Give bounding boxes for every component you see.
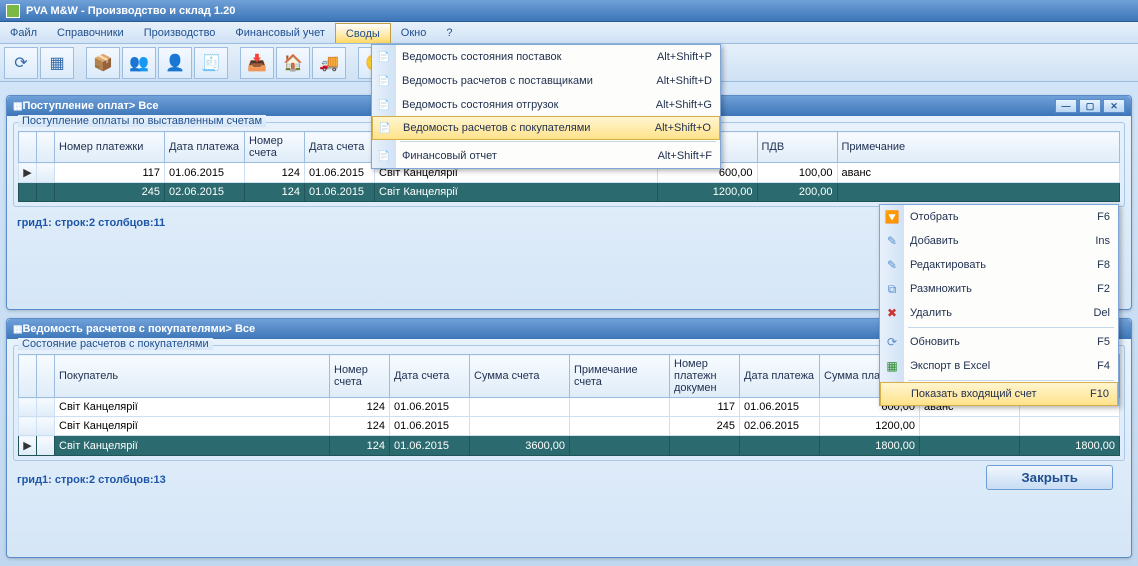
group-label: Состояние расчетов с покупателями	[18, 338, 213, 350]
cx-delete[interactable]: ✖ УдалитьDel	[880, 301, 1118, 325]
edit-icon: ✎	[884, 257, 900, 273]
report-icon: 📄	[376, 49, 392, 65]
report-icon: 📄	[376, 148, 392, 164]
col-buyer[interactable]: Покупатель	[55, 355, 330, 398]
col-indicator[interactable]	[19, 132, 37, 163]
window-icon: ▦	[13, 101, 22, 112]
dd-supplier-settlements[interactable]: 📄 Ведомость расчетов с поставщиками Alt+…	[372, 69, 720, 93]
tool-3[interactable]: 📦	[86, 47, 120, 79]
menu-window[interactable]: Окно	[391, 22, 437, 43]
tool-8[interactable]: 🏠	[276, 47, 310, 79]
dd-customer-settlements[interactable]: 📄 Ведомость расчетов с покупателями Alt+…	[372, 116, 720, 140]
col-invoice-sum[interactable]: Сумма счета	[470, 355, 570, 398]
tool-7[interactable]: 📥	[240, 47, 274, 79]
col-paydoc-no[interactable]: Номер платежн докумен	[670, 355, 740, 398]
dd-supply-status[interactable]: 📄 Ведомость состояния поставок Alt+Shift…	[372, 45, 720, 69]
col-invoice-date[interactable]: Дата счета	[305, 132, 375, 163]
close-button[interactable]: ✕	[1103, 99, 1125, 113]
col-payment-no[interactable]: Номер платежки	[55, 132, 165, 163]
col-invoice-note[interactable]: Примечание счета	[570, 355, 670, 398]
cx-add[interactable]: ✎ ДобавитьIns	[880, 229, 1118, 253]
tool-refresh[interactable]: ⟳	[4, 47, 38, 79]
cx-duplicate[interactable]: ⧉ РазмножитьF2	[880, 277, 1118, 301]
table-row[interactable]: 245 02.06.2015 124 01.06.2015 Світ Канце…	[19, 183, 1120, 202]
report-icon: 📄	[377, 120, 393, 136]
col-note[interactable]: Примечание	[837, 132, 1120, 163]
tool-5[interactable]: 👤	[158, 47, 192, 79]
menu-reports[interactable]: Своды	[335, 23, 391, 43]
col-invoice-no[interactable]: Номер счета	[330, 355, 390, 398]
dd-shipment-status[interactable]: 📄 Ведомость состояния отгрузок Alt+Shift…	[372, 93, 720, 117]
add-icon: ✎	[884, 233, 900, 249]
copy-icon: ⧉	[884, 281, 900, 297]
app-title: PVA M&W - Производство и склад 1.20	[26, 5, 235, 17]
delete-icon: ✖	[884, 305, 900, 321]
tool-excel[interactable]: ▦	[40, 47, 74, 79]
table-row[interactable]: Світ Канцелярії 124 01.06.2015 245 02.06…	[19, 417, 1120, 436]
filter-icon: 🔽	[884, 209, 900, 225]
tool-6[interactable]: 🧾	[194, 47, 228, 79]
excel-icon: ▦	[884, 358, 900, 374]
col-invoice-date[interactable]: Дата счета	[390, 355, 470, 398]
report-icon: 📄	[376, 73, 392, 89]
group-label: Поступление оплаты по выставленным счета…	[18, 115, 266, 127]
dd-finance-report[interactable]: 📄 Финансовый отчет Alt+Shift+F	[372, 144, 720, 168]
cx-export[interactable]: ▦ Экспорт в ExcelF4	[880, 354, 1118, 378]
window-icon: ▦	[13, 324, 22, 335]
cx-filter[interactable]: 🔽 ОтобратьF6	[880, 205, 1118, 229]
reports-dropdown: 📄 Ведомость состояния поставок Alt+Shift…	[371, 44, 721, 169]
report-icon: 📄	[376, 97, 392, 113]
grid-footer: грид1: строк:2 столбцов:13	[13, 468, 170, 488]
menu-help[interactable]: ?	[436, 22, 462, 43]
cx-refresh[interactable]: ⟳ ОбновитьF5	[880, 330, 1118, 354]
titlebar: PVA M&W - Производство и склад 1.20	[0, 0, 1138, 22]
table-row[interactable]: ▶ Світ Канцелярії 124 01.06.2015 3600,00…	[19, 436, 1120, 456]
menu-production[interactable]: Производство	[134, 22, 226, 43]
close-button[interactable]: Закрыть	[986, 465, 1113, 490]
menu-dictionaries[interactable]: Справочники	[47, 22, 134, 43]
col-vat[interactable]: ПДВ	[757, 132, 837, 163]
col-payment-date[interactable]: Дата платежа	[165, 132, 245, 163]
tool-9[interactable]: 🚚	[312, 47, 346, 79]
menu-finance[interactable]: Финансовый учет	[225, 22, 335, 43]
cx-edit[interactable]: ✎ РедактироватьF8	[880, 253, 1118, 277]
minimize-button[interactable]: —	[1055, 99, 1077, 113]
col-pay-date[interactable]: Дата платежа	[740, 355, 820, 398]
app-icon	[6, 4, 20, 18]
maximize-button[interactable]: ▢	[1079, 99, 1101, 113]
cx-show-invoice[interactable]: Показать входящий счетF10	[880, 382, 1118, 406]
tool-4[interactable]: 👥	[122, 47, 156, 79]
col-indicator2[interactable]	[37, 132, 55, 163]
menu-file[interactable]: Файл	[0, 22, 47, 43]
col-invoice-no[interactable]: Номер счета	[245, 132, 305, 163]
menubar: Файл Справочники Производство Финансовый…	[0, 22, 1138, 44]
refresh-icon: ⟳	[884, 334, 900, 350]
context-menu: 🔽 ОтобратьF6 ✎ ДобавитьIns ✎ Редактирова…	[879, 204, 1119, 406]
